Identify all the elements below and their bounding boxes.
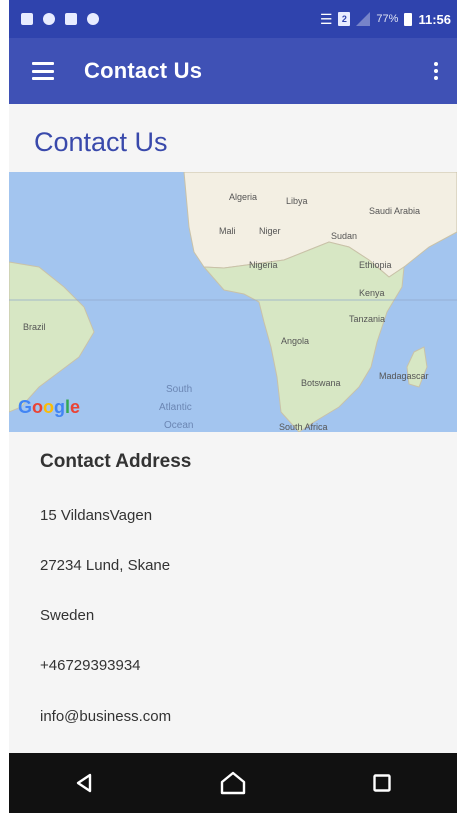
map-label: Brazil xyxy=(23,322,46,332)
notification-icons xyxy=(9,13,99,25)
status-bar: ☰ 2 77% 11:56 xyxy=(9,0,457,38)
screenshot-icon xyxy=(21,13,33,25)
map-label: Ocean xyxy=(164,420,193,431)
map-label: Angola xyxy=(281,336,309,346)
map-label: Botswana xyxy=(301,378,341,388)
back-triangle-icon[interactable] xyxy=(64,763,104,803)
android-icon xyxy=(87,13,99,25)
map-label: Nigeria xyxy=(249,260,278,270)
map-label: Ethiopia xyxy=(359,260,392,270)
map-label: Tanzania xyxy=(349,314,385,324)
contact-address-heading: Contact Address xyxy=(40,451,192,472)
address-street: 15 VildansVagen xyxy=(40,507,153,524)
map-label: Madagascar xyxy=(379,371,429,381)
recents-square-icon[interactable] xyxy=(362,763,402,803)
phone-number[interactable]: +46729393934 xyxy=(40,657,141,674)
map-label: South Africa xyxy=(279,422,328,432)
signal-icon xyxy=(356,12,371,26)
map-label: Kenya xyxy=(359,288,385,298)
map-canvas: Algeria Libya Saudi Arabia Mali Niger Su… xyxy=(9,172,457,432)
map-label: Atlantic xyxy=(159,402,192,413)
battery-percent: 77% xyxy=(376,13,399,25)
navigation-bar xyxy=(9,753,457,813)
map-label: Sudan xyxy=(331,231,357,241)
battery-icon xyxy=(404,12,413,26)
phone-screen: ☰ 2 77% 11:56 Contact Us Contact Us Alge… xyxy=(9,0,457,813)
address-country: Sweden xyxy=(40,607,95,624)
hamburger-icon[interactable] xyxy=(32,62,54,80)
sim-badge: 2 xyxy=(338,12,351,26)
map-label: Niger xyxy=(259,226,281,236)
map-view[interactable]: Algeria Libya Saudi Arabia Mali Niger Su… xyxy=(9,172,457,432)
email-address[interactable]: info@business.com xyxy=(40,708,171,725)
home-icon[interactable] xyxy=(213,763,253,803)
google-logo: Google xyxy=(18,397,81,417)
app-bar: Contact Us xyxy=(9,38,457,104)
address-city: 27234 Lund, Skane xyxy=(40,557,171,574)
system-status: ☰ 2 77% 11:56 xyxy=(320,11,457,28)
map-label: Algeria xyxy=(229,192,257,202)
more-vert-icon[interactable] xyxy=(433,62,439,80)
map-label: Libya xyxy=(286,196,308,206)
wifi-icon: ☰ xyxy=(319,10,333,27)
map-label: Saudi Arabia xyxy=(369,206,420,216)
app-bar-title: Contact Us xyxy=(84,58,203,83)
clipboard-icon xyxy=(65,13,77,25)
map-label: Mali xyxy=(219,226,236,236)
page-title: Contact Us xyxy=(34,127,168,157)
map-label: South xyxy=(166,384,192,395)
sync-icon xyxy=(43,13,55,25)
clock: 11:56 xyxy=(418,11,451,27)
